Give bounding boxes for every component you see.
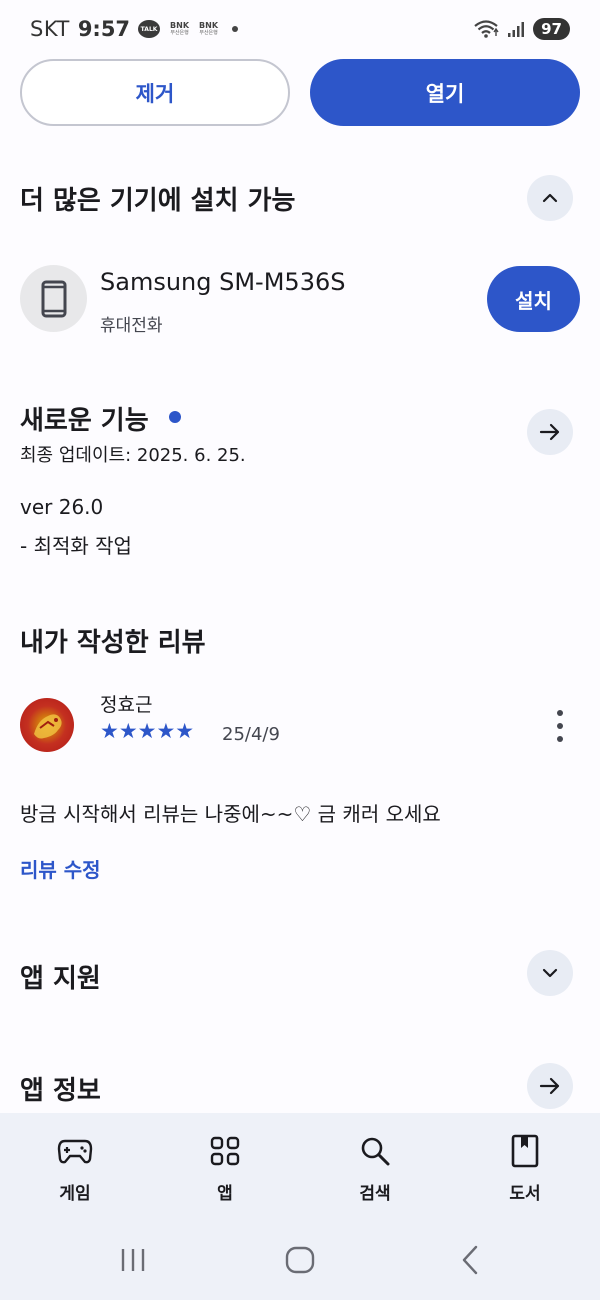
home-button[interactable]: [270, 1240, 330, 1280]
nav-games[interactable]: 게임: [0, 1113, 150, 1226]
version-text: ver 26.0: [20, 495, 104, 519]
open-button[interactable]: 열기: [310, 59, 580, 126]
search-icon: [361, 1137, 390, 1166]
install-button[interactable]: 설치: [487, 266, 580, 332]
my-review-title: 내가 작성한 리뷰: [20, 628, 206, 658]
home-icon: [285, 1246, 315, 1274]
edit-review-link[interactable]: 리뷰 수정: [20, 854, 101, 883]
phone-icon: [41, 280, 66, 317]
whats-new-title[interactable]: 새로운 기능: [20, 400, 149, 437]
more-options-icon[interactable]: [548, 708, 572, 744]
nav-apps-label: 앱: [217, 1184, 233, 1204]
arrow-right-icon: [539, 1077, 560, 1095]
star-rating: ★★★★★: [100, 721, 194, 742]
clock: 9:57: [77, 17, 131, 41]
kakaotalk-icon: TALK: [138, 20, 161, 38]
nav-search[interactable]: 검색: [300, 1113, 450, 1226]
reviewer-name: 정효근: [100, 694, 153, 716]
nav-search-label: 검색: [359, 1184, 391, 1204]
battery-indicator: 97: [533, 18, 570, 40]
remove-button[interactable]: 제거: [20, 59, 290, 126]
app-support-title[interactable]: 앱 지원: [20, 958, 101, 995]
book-icon: [511, 1134, 539, 1168]
nav-books-label: 도서: [509, 1184, 541, 1204]
chevron-down-icon: [542, 968, 558, 978]
last-update-text: 최종 업데이트: 2025. 6. 25.: [20, 445, 246, 466]
device-avatar: [20, 265, 87, 332]
bnk-bank-icon: BNK 부산은행: [170, 21, 190, 36]
apps-grid-icon: [210, 1136, 240, 1166]
review-text: 방금 시작해서 리뷰는 나중에~~♡ 금 캐러 오세요: [20, 802, 441, 826]
chevron-up-icon: [542, 193, 558, 203]
app-info-arrow-button[interactable]: [527, 1063, 573, 1109]
review-date: 25/4/9: [222, 724, 280, 745]
back-icon: [462, 1245, 478, 1275]
star-rating-stars: ★★★★★: [100, 719, 195, 743]
recents-button[interactable]: [103, 1240, 163, 1280]
nav-games-label: 게임: [59, 1184, 91, 1204]
gamepad-icon: [57, 1139, 93, 1164]
collapse-button[interactable]: [527, 175, 573, 221]
nav-apps[interactable]: 앱: [150, 1113, 300, 1226]
recents-icon: [121, 1249, 145, 1271]
more-devices-title: 더 많은 기기에 설치 가능: [20, 186, 296, 216]
back-button[interactable]: [440, 1240, 500, 1280]
avatar: [20, 698, 74, 752]
app-info-title[interactable]: 앱 정보: [20, 1070, 101, 1107]
carrier-label: SKT: [30, 17, 70, 41]
bottom-navigation: 게임 앱 검색 도서: [0, 1113, 600, 1226]
wifi-icon: [474, 20, 499, 38]
signal-icon: [508, 22, 525, 37]
status-bar: SKT 9:57 TALK BNK 부산은행 BNK 부산은행 97: [0, 0, 600, 60]
nav-books[interactable]: 도서: [450, 1113, 600, 1226]
bnk-bank-icon: BNK 부산은행: [199, 21, 219, 36]
whats-new-arrow-button[interactable]: [527, 409, 573, 455]
system-navigation-bar: [0, 1226, 600, 1300]
notification-dot-icon: [232, 26, 239, 32]
expand-app-support-button[interactable]: [527, 950, 573, 996]
update-note: - 최적화 작업: [20, 534, 132, 558]
device-name: Samsung SM-M536S: [100, 268, 346, 296]
device-type: 휴대전화: [100, 316, 163, 336]
arrow-right-icon: [539, 423, 560, 441]
new-indicator-dot: [169, 411, 181, 423]
